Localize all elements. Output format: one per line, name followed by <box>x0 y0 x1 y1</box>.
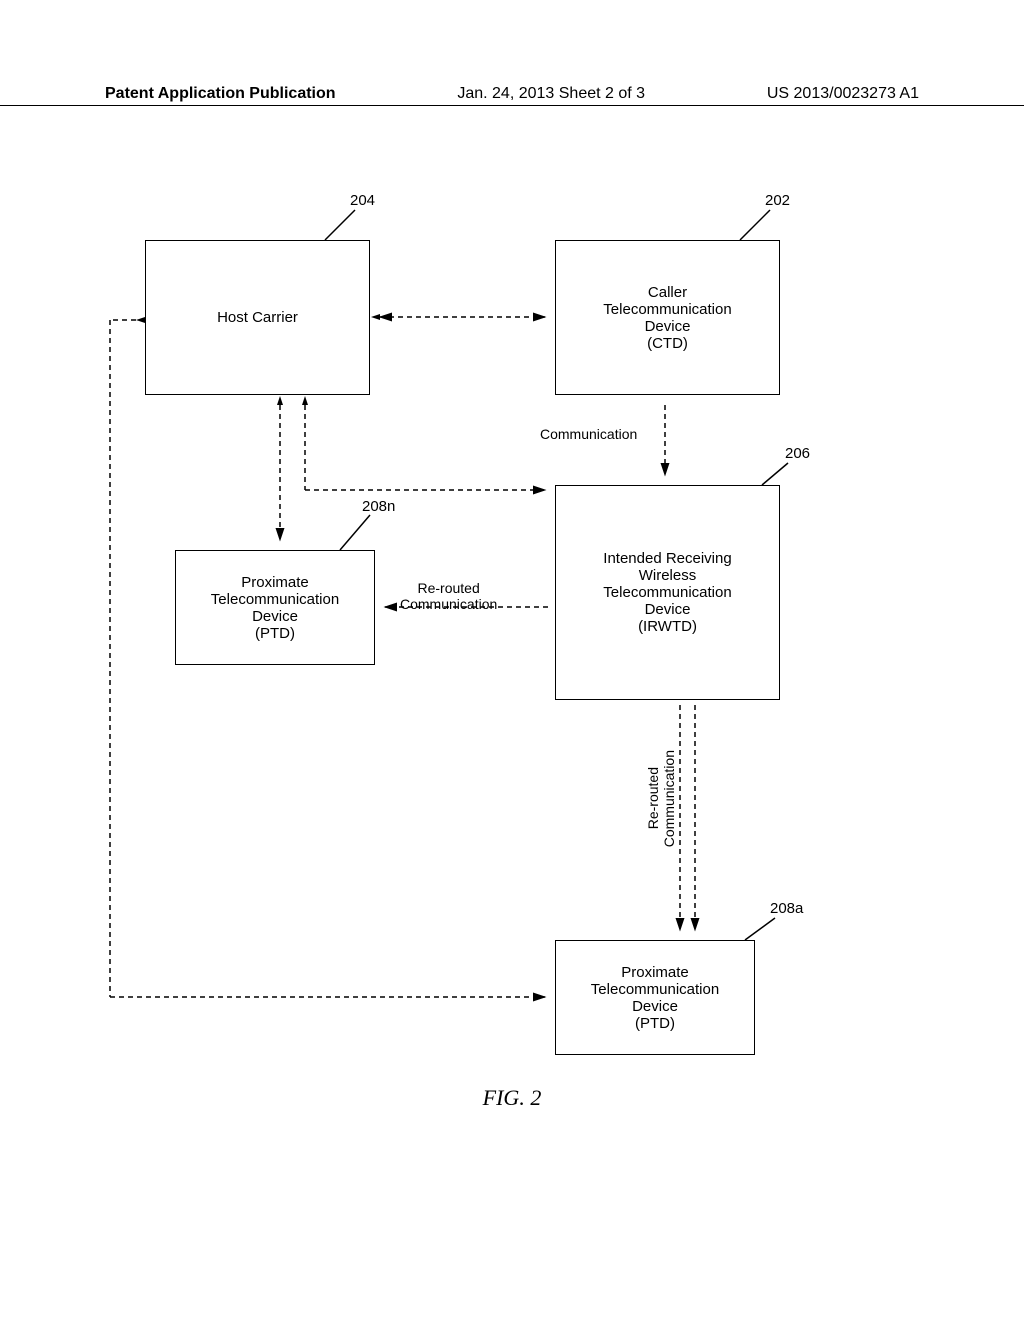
box-irwtd: Intended Receiving Wireless Telecommunic… <box>555 485 780 700</box>
ref-208n: 208n <box>362 498 395 515</box>
box-ctd: Caller Telecommunication Device (CTD) <box>555 240 780 395</box>
ref-204: 204 <box>350 192 375 209</box>
box-host-carrier: Host Carrier <box>145 240 370 395</box>
box-host-label: Host Carrier <box>217 309 298 326</box>
label-rerouted-2: Re-routed Communication <box>645 750 677 847</box>
figure-caption: FIG. 2 <box>0 1085 1024 1111</box>
ref-202: 202 <box>765 192 790 209</box>
page-header: Patent Application Publication Jan. 24, … <box>0 85 1024 106</box>
label-rerouted-1: Re-routed Communication <box>400 580 497 612</box>
box-ptd-n: Proximate Telecommunication Device (PTD) <box>175 550 375 665</box>
header-left: Patent Application Publication <box>105 85 336 103</box>
box-ptd-a-label: Proximate Telecommunication Device (PTD) <box>591 964 719 1032</box>
header-center: Jan. 24, 2013 Sheet 2 of 3 <box>457 85 645 103</box>
box-ctd-label: Caller Telecommunication Device (CTD) <box>603 284 731 352</box>
header-right: US 2013/0023273 A1 <box>767 85 919 103</box>
box-ptd-a: Proximate Telecommunication Device (PTD) <box>555 940 755 1055</box>
diagram-container: CTD (double arrow dashed) --> 204 202 20… <box>0 180 1024 1080</box>
box-irwtd-label: Intended Receiving Wireless Telecommunic… <box>603 550 731 635</box>
ref-206: 206 <box>785 445 810 462</box>
label-communication: Communication <box>540 426 637 442</box>
box-ptd-n-label: Proximate Telecommunication Device (PTD) <box>211 574 339 642</box>
ref-208a: 208a <box>770 900 803 917</box>
